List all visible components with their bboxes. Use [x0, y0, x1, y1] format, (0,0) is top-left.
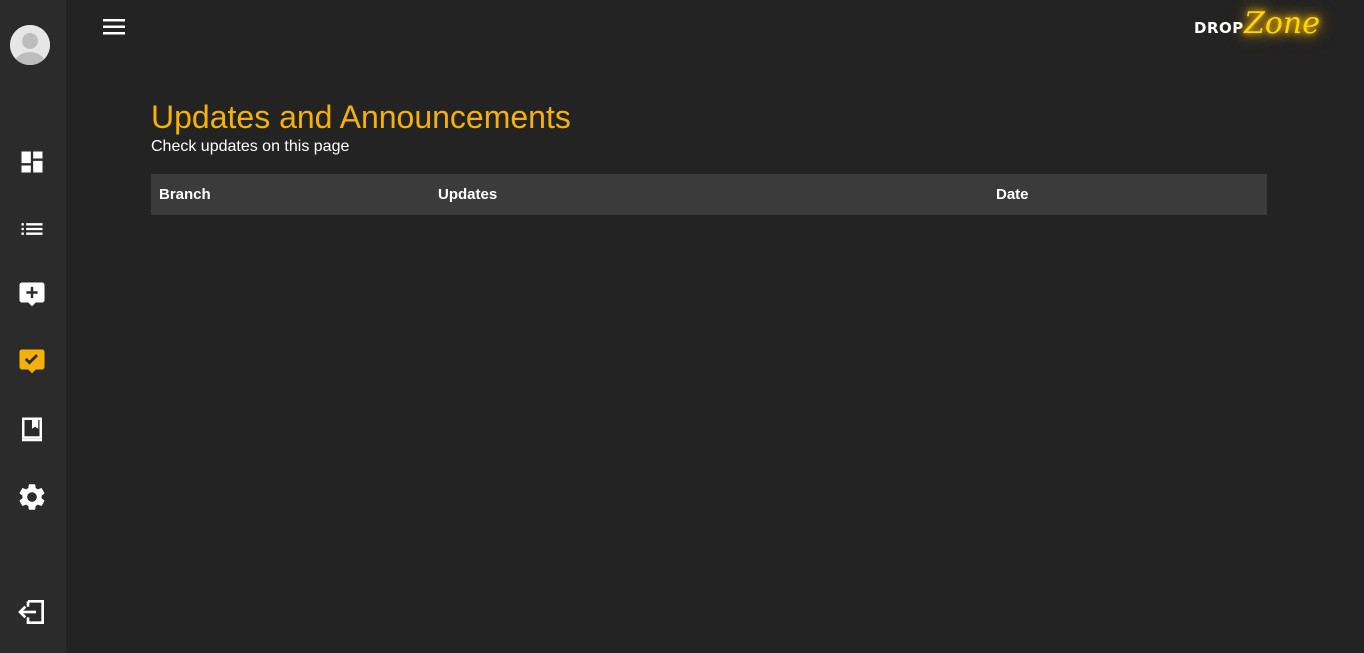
book-icon [22, 417, 42, 442]
table-header: Branch Updates Date [151, 174, 1267, 215]
sidebar-item-guide[interactable] [14, 412, 50, 448]
updates-table: Branch Updates Date [151, 174, 1267, 215]
hamburger-icon [103, 19, 125, 35]
logout-button[interactable] [14, 594, 50, 630]
sidebar-item-add-request[interactable] [14, 277, 50, 313]
avatar[interactable] [10, 25, 50, 65]
logo-text-drop: DROP [1194, 19, 1244, 37]
column-header-branch[interactable]: Branch [159, 186, 211, 203]
menu-toggle-button[interactable] [102, 16, 126, 38]
logo-text-zone: Zone [1244, 6, 1320, 41]
sidebar-item-settings[interactable] [14, 479, 50, 515]
dashboard-icon [21, 151, 43, 173]
column-header-date[interactable]: Date [996, 186, 1029, 203]
list-icon [21, 223, 43, 235]
check-comment-icon [19, 349, 45, 374]
column-header-updates[interactable]: Updates [438, 186, 497, 203]
sidebar [0, 0, 66, 653]
sidebar-item-list[interactable] [14, 211, 50, 247]
user-icon [10, 25, 50, 65]
logo: DROP Zone [1192, 6, 1332, 60]
add-comment-icon [19, 282, 45, 307]
logout-icon [18, 600, 44, 624]
sidebar-item-updates[interactable] [14, 344, 50, 380]
page-title: Updates and Announcements [151, 99, 571, 135]
gear-icon [19, 484, 45, 510]
page-subtitle: Check updates on this page [151, 138, 350, 155]
sidebar-item-dashboard[interactable] [14, 144, 50, 180]
